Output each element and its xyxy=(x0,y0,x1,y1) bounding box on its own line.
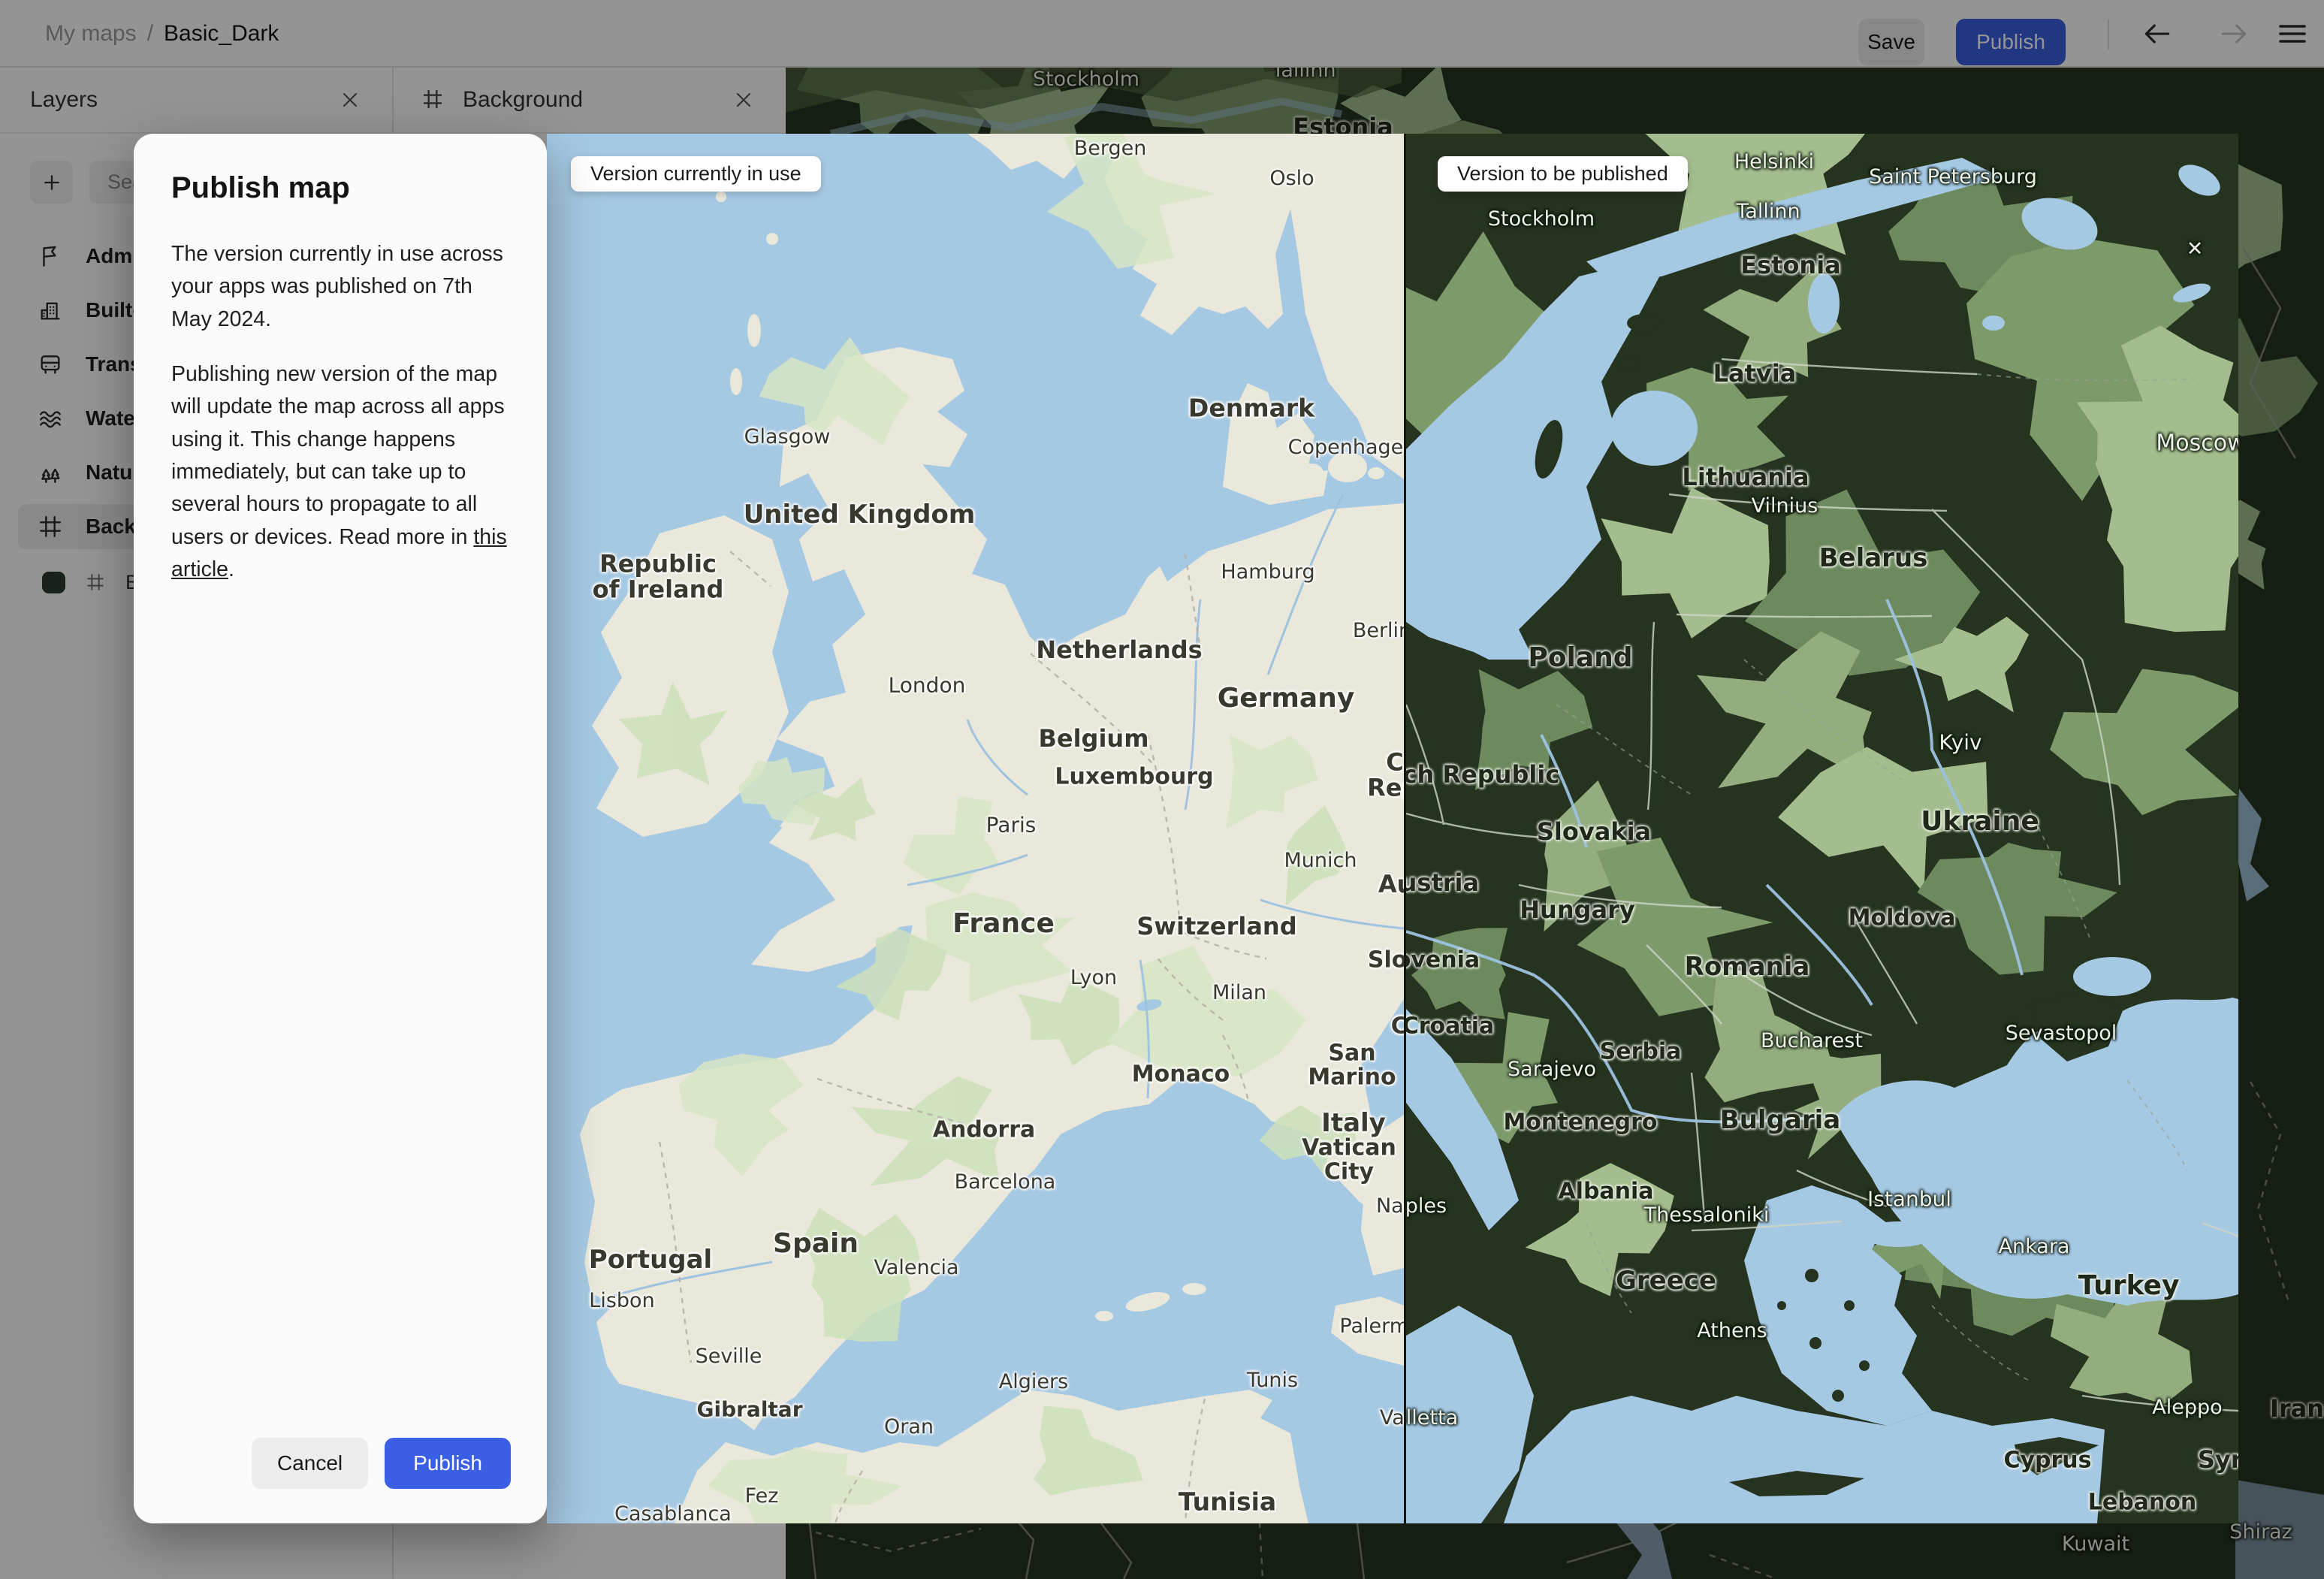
map-preview-current-version: Version currently in use Bergen Oslo Glasg… xyxy=(547,134,1404,1523)
dark-map-art xyxy=(1406,134,2238,1523)
publish-button-modal[interactable]: Publish xyxy=(385,1438,511,1489)
modal-title: Publish map xyxy=(171,171,350,204)
publish-map-modal: Publish map The version currently in use… xyxy=(134,134,547,1523)
modal-paragraph-2: Publishing new version of the map will u… xyxy=(171,361,507,581)
modal-paragraph-1: The version currently in use across your… xyxy=(171,242,503,331)
version-new-chip: Version to be published xyxy=(1438,156,1688,192)
modal-actions: Cancel Publish xyxy=(251,1438,511,1489)
version-current-chip: Version currently in use xyxy=(571,156,821,192)
map-preview-new-version: Version to be published Helsinki Saint Pe… xyxy=(1406,134,2238,1523)
light-map-art xyxy=(547,134,1404,1523)
app-window: Stockholm Tallinn Estonia Iran Shiraz Kuwait … xyxy=(0,0,2324,1579)
cancel-button[interactable]: Cancel xyxy=(251,1438,369,1489)
comparison-divider xyxy=(1404,134,1406,1523)
